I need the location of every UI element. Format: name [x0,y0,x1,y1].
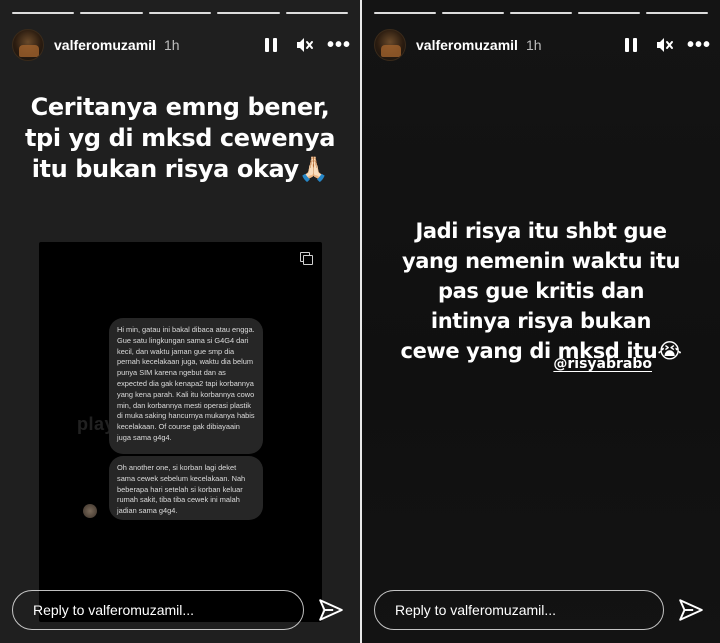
avatar[interactable] [374,29,406,61]
progress-segment [510,12,572,14]
caption-line: intinya risya bukan [430,309,652,333]
send-icon[interactable] [318,597,344,623]
send-icon[interactable] [678,597,704,623]
story-caption: Ceritanya emng bener, tpi yg di mksd cew… [0,92,360,185]
caption-line: pas gue kritis dan [437,279,645,303]
pause-icon[interactable] [262,36,280,54]
post-time: 1h [525,37,542,53]
avatar[interactable] [12,29,44,61]
reply-input[interactable]: Reply to valferomuzamil... [12,590,304,630]
progress-segment [442,12,504,14]
post-time: 1h [163,37,180,53]
progress-segment [374,12,436,14]
shared-screenshot: playground.official Hi min, gatau ini ba… [39,242,322,622]
caption-line: Jadi risya itu shbt gue [415,219,667,243]
story-caption: Jadi risya itu shbt gue yang nemenin wak… [362,216,720,366]
copy-icon [300,252,313,265]
caption-line: tpi yg di mksd cewenya [24,124,336,152]
progress-segment [217,12,280,14]
progress-segment [285,12,349,14]
username[interactable]: valferomuzamil [54,37,156,53]
avatar [83,504,97,518]
more-icon[interactable]: ••• [687,35,710,55]
mute-icon[interactable] [656,36,674,54]
more-icon[interactable]: ••• [327,35,350,55]
progress-segment [12,12,75,14]
story-panel-right[interactable]: valferomuzamil 1h ••• Jadi risya itu shb… [362,0,720,643]
story-header: valferomuzamil 1h ••• [12,28,350,62]
progress-bar [374,12,708,14]
username[interactable]: valferomuzamil [416,37,518,53]
mention-sticker[interactable]: @risyabrabo [553,356,652,372]
progress-segment [80,12,143,14]
story-panel-left[interactable]: valferomuzamil 1h ••• Ceritanya emng ben… [0,0,360,643]
story-header: valferomuzamil 1h ••• [374,28,710,62]
mute-icon[interactable] [296,36,314,54]
caption-line: yang nemenin waktu itu [401,249,681,273]
caption-line: itu bukan risya okay🙏🏻 [31,155,329,183]
progress-segment [148,12,212,14]
reply-bar: Reply to valferomuzamil... [12,590,348,630]
caption-line: cewe yang di mksd itu😭 [400,339,682,363]
message-bubble: Oh another one, si korban lagi deket sam… [109,456,263,520]
pause-icon[interactable] [622,36,640,54]
caption-line: Ceritanya emng bener, [30,93,330,121]
progress-segment [646,12,708,14]
progress-segment [578,12,640,14]
reply-input[interactable]: Reply to valferomuzamil... [374,590,664,630]
progress-bar [12,12,349,14]
reply-bar: Reply to valferomuzamil... [374,590,708,630]
message-bubble: Hi min, gatau ini bakal dibaca atau engg… [109,318,263,454]
